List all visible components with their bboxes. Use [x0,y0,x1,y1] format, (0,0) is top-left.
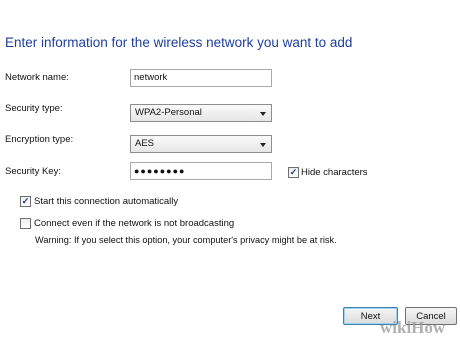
auto-start-label: Start this connection automatically [34,196,179,207]
connect-hidden-checkbox[interactable] [20,218,31,229]
security-type-label: Security type: [5,103,63,114]
encryption-type-value: AES [135,138,155,149]
security-key-input[interactable]: ●●●●●●●● [130,162,272,180]
security-type-value: WPA2-Personal [135,107,202,118]
hide-characters-checkbox[interactable]: ✓ [288,167,299,178]
network-name-label: Network name: [5,72,69,83]
hide-characters-label: Hide characters [301,167,368,178]
wikihow-watermark: wikiHow [380,318,446,337]
privacy-warning: Warning: If you select this option, your… [35,235,337,245]
security-type-select[interactable]: WPA2-Personal [130,104,272,122]
network-name-input[interactable]: network [130,69,272,87]
encryption-type-select[interactable]: AES [130,135,272,153]
dialog-heading: Enter information for the wireless netwo… [5,35,353,50]
chevron-down-icon [260,143,266,147]
security-key-label: Security Key: [5,166,61,177]
chevron-down-icon [260,112,266,116]
encryption-type-label: Encryption type: [5,134,74,145]
connect-hidden-label: Connect even if the network is not broad… [34,218,235,229]
auto-start-checkbox[interactable]: ✓ [20,196,31,207]
